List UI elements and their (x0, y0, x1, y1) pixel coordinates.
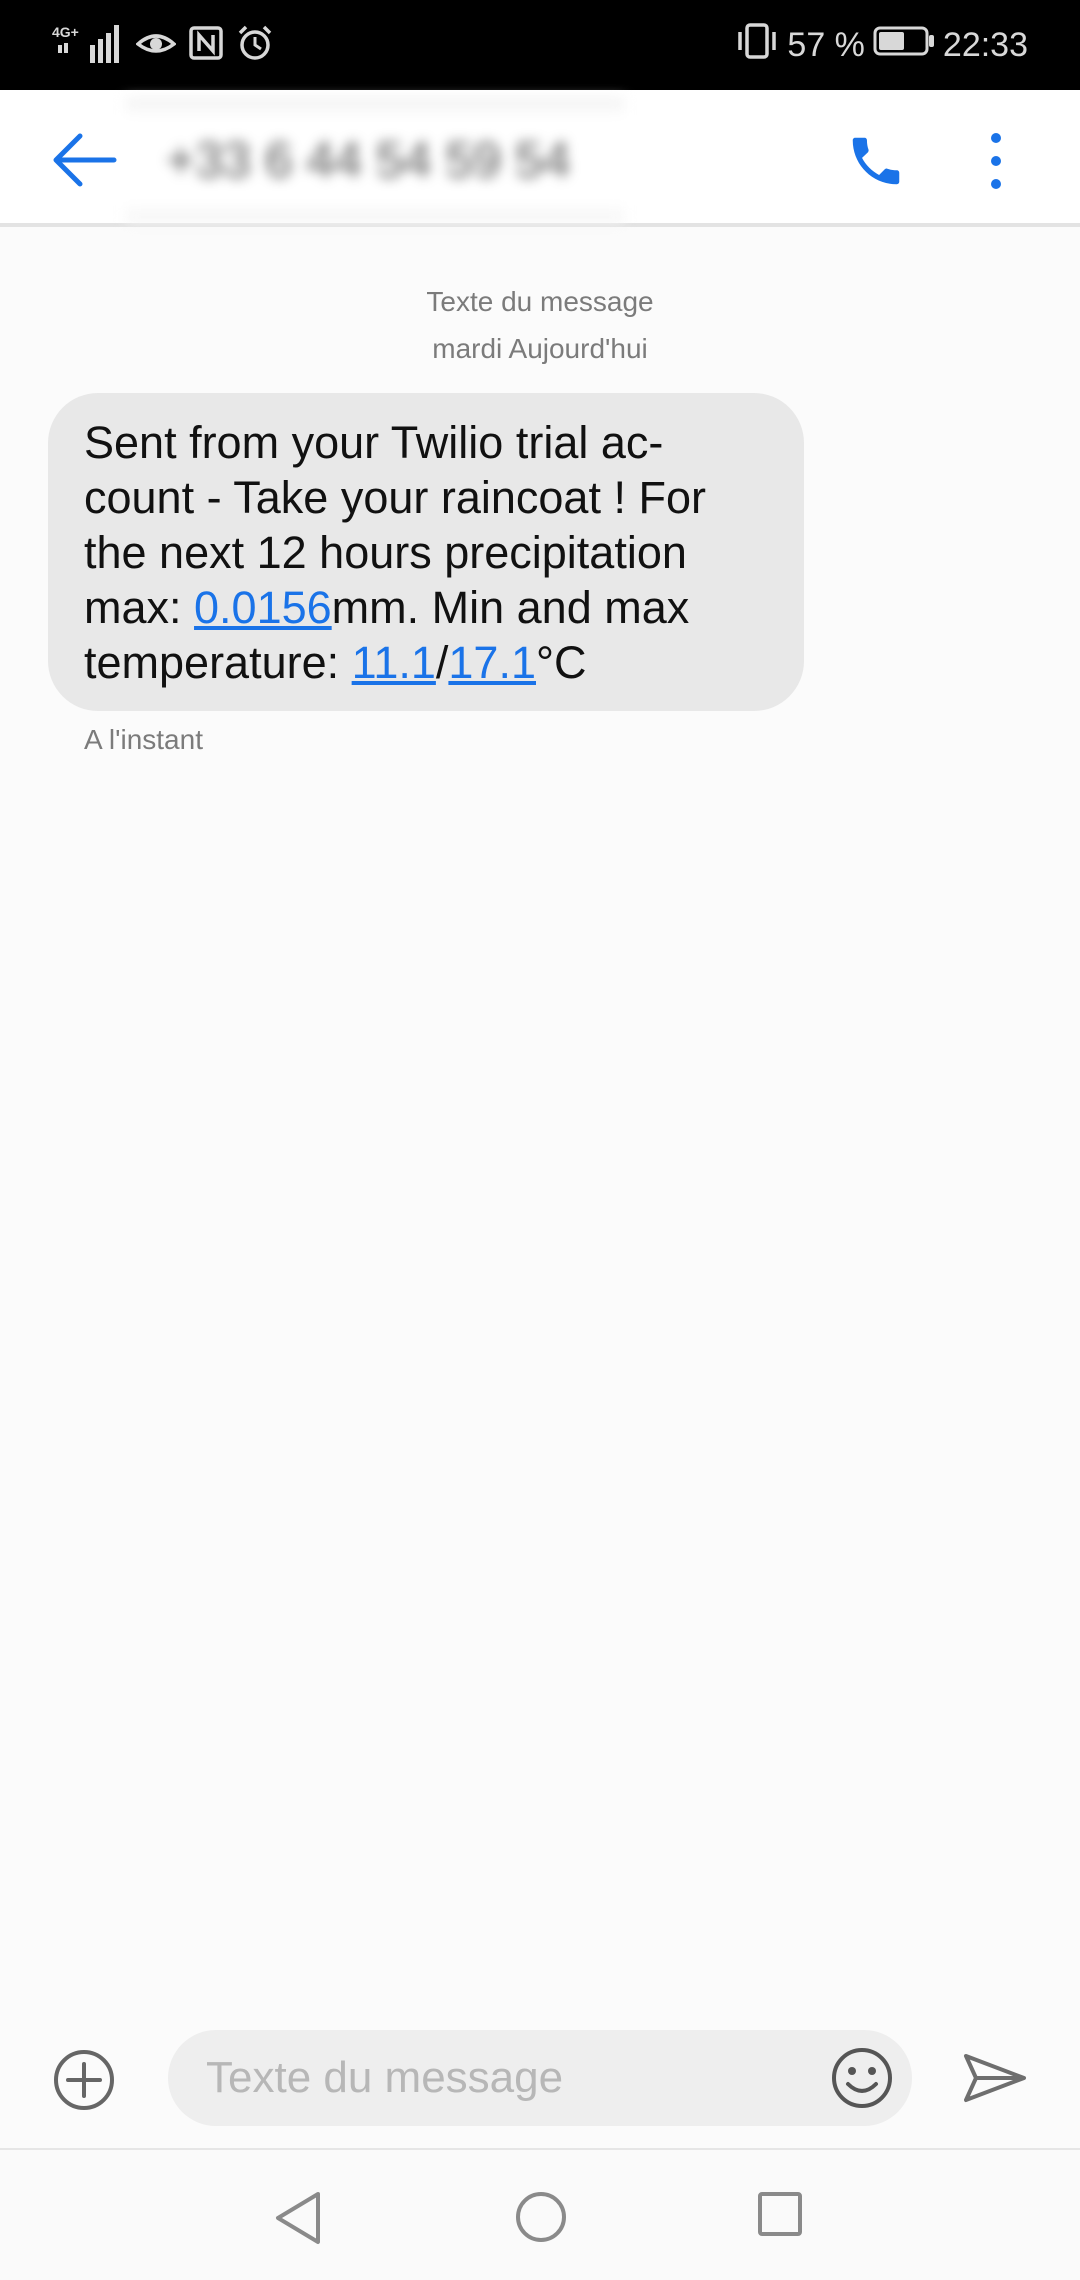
contact-name[interactable]: +33 6 44 54 59 54 (126, 98, 624, 222)
more-vert-icon (991, 133, 1001, 189)
message-text: °C (536, 637, 587, 688)
emoji-button[interactable] (830, 2046, 894, 2110)
call-button[interactable] (845, 130, 907, 192)
message-channel-label: Texte du message (426, 286, 654, 317)
nav-recents-icon (758, 2192, 802, 2236)
send-button[interactable] (962, 2050, 1028, 2106)
nav-back-button[interactable] (272, 2190, 324, 2246)
clock: 22:33 (942, 25, 1028, 64)
nav-home-icon (516, 2192, 566, 2242)
nav-recents-button[interactable] (756, 2190, 804, 2238)
add-attachment-button[interactable] (52, 2048, 116, 2112)
eye-comfort-icon (135, 26, 177, 65)
messaging-screen: 4G+ 57 % 22:33 +33 6 44 54 59 54 Texte d… (0, 0, 1080, 2280)
message-input[interactable] (204, 2030, 784, 2126)
conversation-app-bar: +33 6 44 54 59 54 (0, 90, 1080, 227)
status-bar-right: 57 % 22:33 (735, 20, 1028, 70)
message-composer (168, 2030, 912, 2126)
min-temperature-link[interactable]: 11.1 (352, 637, 436, 688)
message-timestamp: A l'instant (84, 724, 203, 755)
alarm-icon (236, 24, 274, 67)
add-circle-icon (54, 2050, 114, 2110)
incoming-message-bubble[interactable]: Sent from your Twilio trial ac-count - T… (48, 393, 804, 711)
network-type-label: 4G+ (52, 24, 79, 40)
emoji-icon (832, 2048, 892, 2108)
status-bar: 4G+ 57 % 22:33 (0, 0, 1080, 90)
max-temperature-link[interactable]: 17.1 (448, 637, 536, 688)
temperature-separator: / (435, 637, 449, 688)
status-bar-left: 4G+ (52, 20, 274, 70)
battery-percent: 57 % (787, 25, 865, 64)
vibrate-icon (735, 22, 779, 69)
back-button[interactable] (50, 128, 120, 192)
system-nav-bar (0, 2148, 1080, 2280)
battery-icon (873, 25, 935, 66)
nav-back-icon (276, 2192, 320, 2244)
send-icon (964, 2054, 1026, 2102)
nfc-icon (188, 25, 224, 66)
network-signal-icon: 4G+ (52, 21, 124, 70)
nav-home-button[interactable] (514, 2190, 568, 2244)
phone-icon (852, 137, 900, 185)
precipitation-link[interactable]: 0.0156 (194, 582, 332, 633)
conversation-date: mardi Aujourd'hui (432, 333, 648, 364)
arrow-left-icon (53, 133, 117, 187)
more-options-button[interactable] (976, 128, 1016, 194)
